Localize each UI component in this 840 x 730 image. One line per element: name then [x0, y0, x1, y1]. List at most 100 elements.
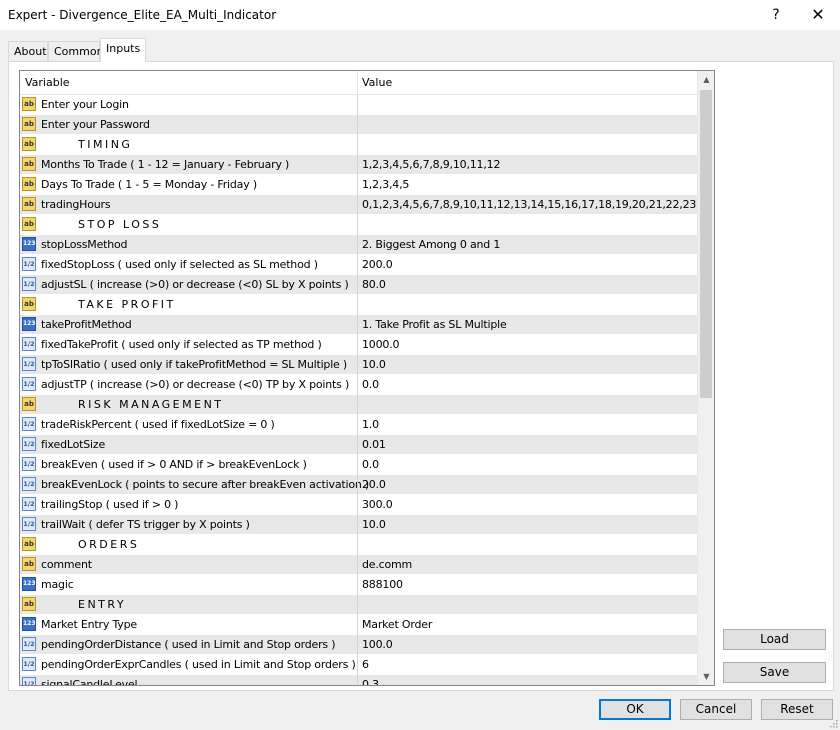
- tab-inputs[interactable]: Inputs: [100, 38, 146, 62]
- cell-divider: [357, 135, 358, 155]
- parameter-row[interactable]: 1/2 signalCandleLevel 0.3: [20, 675, 697, 686]
- cell-divider: [357, 355, 358, 375]
- cell-divider: [357, 475, 358, 495]
- value-cell[interactable]: 100.0: [362, 638, 393, 651]
- scroll-up-icon[interactable]: ▲: [698, 71, 714, 88]
- value-cell[interactable]: 0.01: [362, 438, 386, 451]
- parameter-row[interactable]: 123 stopLossMethod 2. Biggest Among 0 and …: [20, 235, 697, 255]
- cell-divider: [357, 175, 358, 195]
- scroll-down-icon[interactable]: ▼: [698, 668, 714, 685]
- section-row[interactable]: ab TAKE PROFIT: [20, 295, 697, 315]
- variable-name: stopLossMethod: [41, 238, 128, 251]
- value-cell[interactable]: 2. Biggest Among 0 and 1: [362, 238, 500, 251]
- cell-divider: [357, 155, 358, 175]
- value-cell[interactable]: 200.0: [362, 258, 393, 271]
- cell-divider: [357, 635, 358, 655]
- parameter-row[interactable]: ab Enter your Login: [20, 95, 697, 115]
- value-cell[interactable]: 1000.0: [362, 338, 399, 351]
- variable-name: fixedTakeProfit ( used only if selected …: [41, 338, 322, 351]
- section-label: STOP LOSS: [78, 218, 162, 231]
- value-cell[interactable]: 0.3: [362, 678, 379, 685]
- parameter-row[interactable]: 1/2 fixedStopLoss ( used only if selected…: [20, 255, 697, 275]
- variable-name: Months To Trade ( 1 - 12 = January - Feb…: [41, 158, 290, 171]
- parameter-row[interactable]: 1/2 trailingStop ( used if > 0 ) 300.0: [20, 495, 697, 515]
- integer-type-icon: 123: [22, 617, 36, 631]
- column-header-value[interactable]: Value: [362, 76, 392, 89]
- vertical-scrollbar[interactable]: ▲ ▼: [697, 71, 714, 685]
- section-row[interactable]: ab ORDERS: [20, 535, 697, 555]
- variable-name: Enter your Login: [41, 98, 129, 111]
- value-cell[interactable]: 20.0: [362, 478, 386, 491]
- parameter-row[interactable]: ab tradingHours 0,1,2,3,4,5,6,7,8,9,10,11,…: [20, 195, 697, 215]
- parameter-row[interactable]: 123 takeProfitMethod 1. Take Profit as SL …: [20, 315, 697, 335]
- parameter-row[interactable]: 123 magic 888100: [20, 575, 697, 595]
- double-type-icon: 1/2: [22, 677, 36, 685]
- value-cell[interactable]: 10.0: [362, 358, 386, 371]
- parameter-row[interactable]: ab Months To Trade ( 1 - 12 = January - F…: [20, 155, 697, 175]
- value-cell[interactable]: 0.0: [362, 378, 379, 391]
- parameter-row[interactable]: 1/2 fixedLotSize 0.01: [20, 435, 697, 455]
- parameter-row[interactable]: 1/2 breakEven ( used if > 0 AND if > brea…: [20, 455, 697, 475]
- section-row[interactable]: ab STOP LOSS: [20, 215, 697, 235]
- string-type-icon: ab: [22, 157, 36, 171]
- value-cell[interactable]: 300.0: [362, 498, 393, 511]
- parameter-row[interactable]: 1/2 adjustSL ( increase (>0) or decrease …: [20, 275, 697, 295]
- value-cell[interactable]: 80.0: [362, 278, 386, 291]
- value-cell[interactable]: Market Order: [362, 618, 432, 631]
- variable-name: takeProfitMethod: [41, 318, 132, 331]
- ok-button[interactable]: OK: [599, 699, 671, 720]
- value-cell[interactable]: 1,2,3,4,5,6,7,8,9,10,11,12: [362, 158, 500, 171]
- resize-grip-icon[interactable]: [828, 718, 838, 728]
- value-cell[interactable]: 888100: [362, 578, 403, 591]
- section-row[interactable]: ab TIMING: [20, 135, 697, 155]
- value-cell[interactable]: 6: [362, 658, 369, 671]
- value-cell[interactable]: 1,2,3,4,5: [362, 178, 409, 191]
- reset-button[interactable]: Reset: [761, 699, 833, 720]
- value-cell[interactable]: 0,1,2,3,4,5,6,7,8,9,10,11,12,13,14,15,16…: [362, 198, 696, 211]
- title-bar: Expert - Divergence_Elite_EA_Multi_Indic…: [0, 0, 840, 30]
- grid-header: Variable Value: [20, 71, 697, 95]
- value-cell[interactable]: de.comm: [362, 558, 412, 571]
- variable-name: pendingOrderDistance ( used in Limit and…: [41, 638, 336, 651]
- cell-divider: [357, 435, 358, 455]
- double-type-icon: 1/2: [22, 357, 36, 371]
- variable-name: Market Entry Type: [41, 618, 137, 631]
- cell-divider: [357, 495, 358, 515]
- value-cell[interactable]: 0.0: [362, 458, 379, 471]
- section-label: TIMING: [78, 138, 133, 151]
- double-type-icon: 1/2: [22, 337, 36, 351]
- value-cell[interactable]: 1. Take Profit as SL Multiple: [362, 318, 507, 331]
- cancel-button[interactable]: Cancel: [680, 699, 752, 720]
- parameter-row[interactable]: ab Enter your Password: [20, 115, 697, 135]
- parameter-row[interactable]: 1/2 trailWait ( defer TS trigger by X poi…: [20, 515, 697, 535]
- close-button[interactable]: ✕: [798, 3, 838, 27]
- section-row[interactable]: ab ENTRY: [20, 595, 697, 615]
- section-row[interactable]: ab RISK MANAGEMENT: [20, 395, 697, 415]
- string-type-icon: ab: [22, 597, 36, 611]
- parameter-row[interactable]: 1/2 adjustTP ( increase (>0) or decrease …: [20, 375, 697, 395]
- value-cell[interactable]: 10.0: [362, 518, 386, 531]
- cell-divider: [357, 575, 358, 595]
- variable-name: signalCandleLevel: [41, 678, 138, 686]
- save-button[interactable]: Save: [723, 662, 826, 683]
- load-button[interactable]: Load: [723, 629, 826, 650]
- parameter-row[interactable]: ab Days To Trade ( 1 - 5 = Monday - Frida…: [20, 175, 697, 195]
- value-cell[interactable]: 1.0: [362, 418, 379, 431]
- column-header-variable[interactable]: Variable: [25, 76, 70, 89]
- parameter-row[interactable]: ab comment de.comm: [20, 555, 697, 575]
- help-button[interactable]: ?: [762, 3, 790, 27]
- parameter-row[interactable]: 1/2 breakEvenLock ( points to secure afte…: [20, 475, 697, 495]
- tab-common[interactable]: Common: [48, 41, 104, 61]
- column-divider[interactable]: [357, 71, 358, 94]
- parameter-row[interactable]: 1/2 tpToSIRatio ( used only if takeProfit…: [20, 355, 697, 375]
- parameter-row[interactable]: 1/2 pendingOrderExprCandles ( used in Lim…: [20, 655, 697, 675]
- parameter-row[interactable]: 1/2 pendingOrderDistance ( used in Limit …: [20, 635, 697, 655]
- parameter-row[interactable]: 1/2 fixedTakeProfit ( used only if select…: [20, 335, 697, 355]
- tab-about[interactable]: About: [8, 41, 48, 61]
- string-type-icon: ab: [22, 397, 36, 411]
- scroll-thumb[interactable]: [700, 90, 712, 398]
- parameter-row[interactable]: 123 Market Entry Type Market Order: [20, 615, 697, 635]
- parameter-row[interactable]: 1/2 tradeRiskPercent ( used if fixedLotSi…: [20, 415, 697, 435]
- cell-divider: [357, 675, 358, 685]
- integer-type-icon: 123: [22, 237, 36, 251]
